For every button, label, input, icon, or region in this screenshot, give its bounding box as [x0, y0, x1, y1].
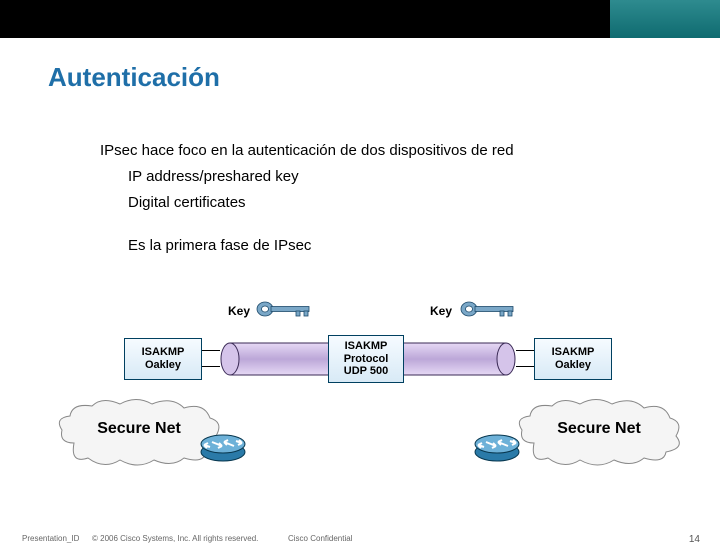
body-line-1: IPsec hace foco en la autenticación de d…: [100, 140, 660, 162]
key-icon: [256, 298, 316, 320]
box-label: ISAKMP: [335, 340, 397, 353]
connector-line: [516, 366, 534, 367]
body-line-2: IP address/preshared key: [128, 166, 660, 188]
isakmp-box-right: ISAKMP Oakley: [534, 338, 612, 380]
cloud-label: Secure Net: [54, 420, 224, 438]
body-line-4: Es la primera fase de IPsec: [128, 235, 660, 257]
secure-net-cloud-right: Secure Net: [514, 420, 684, 438]
title-bar: [0, 0, 720, 38]
box-label: Protocol: [335, 353, 397, 366]
box-label: ISAKMP: [131, 346, 195, 359]
cloud-label: Secure Net: [514, 420, 684, 438]
box-label: UDP 500: [335, 365, 397, 378]
connector-line: [516, 350, 534, 351]
presentation-id: Presentation_ID: [22, 534, 79, 543]
isakmp-box-left: ISAKMP Oakley: [124, 338, 202, 380]
body-line-3: Digital certificates: [128, 192, 660, 214]
confidential-label: Cisco Confidential: [288, 534, 352, 543]
copyright: © 2006 Cisco Systems, Inc. All rights re…: [92, 534, 258, 543]
box-label: ISAKMP: [541, 346, 605, 359]
diagram: Key Key: [0, 300, 720, 480]
key-label-left: Key: [228, 304, 250, 318]
slide-title: Autenticación: [48, 62, 220, 93]
isakmp-box-middle: ISAKMP Protocol UDP 500: [328, 335, 404, 383]
box-label: Oakley: [541, 359, 605, 372]
slide-body: IPsec hace foco en la autenticación de d…: [100, 140, 660, 257]
secure-net-cloud-left: Secure Net: [54, 420, 224, 438]
key-label-right: Key: [430, 304, 452, 318]
connector-line: [202, 350, 220, 351]
box-label: Oakley: [131, 359, 195, 372]
key-icon: [460, 298, 520, 320]
connector-line: [202, 366, 220, 367]
